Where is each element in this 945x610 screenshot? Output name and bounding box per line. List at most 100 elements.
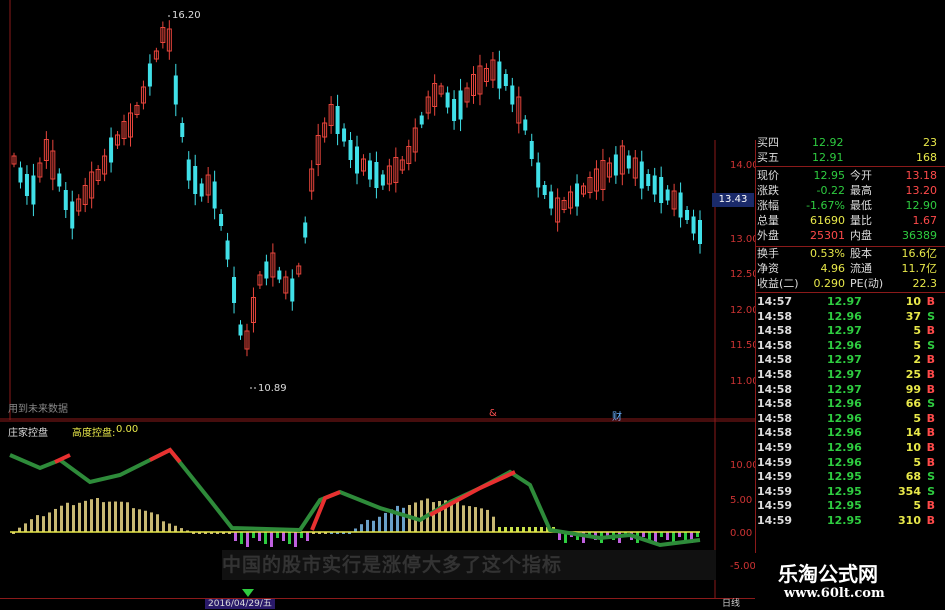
- indicator-bar: [684, 532, 687, 540]
- high-marker: 16.20: [172, 10, 201, 21]
- tick-row[interactable]: 14:59 12.96 5 B: [757, 456, 937, 470]
- tick-time: 14:57: [757, 295, 793, 308]
- candle-down: [219, 214, 224, 226]
- indicator-bar: [264, 532, 267, 544]
- tick-volume: 5: [913, 338, 921, 352]
- tick-side: B: [926, 324, 935, 338]
- tick-time: 14:58: [757, 309, 793, 323]
- tick-row[interactable]: 14:58 12.97 2 B: [757, 353, 937, 367]
- candle-down: [225, 240, 230, 260]
- candle-down: [57, 173, 62, 187]
- event-marker-amp[interactable]: &: [489, 408, 497, 419]
- tick-row[interactable]: 14:59 12.96 10 B: [757, 441, 937, 455]
- tick-row[interactable]: 14:58 12.96 66 S: [757, 397, 937, 411]
- stat-value: 36389: [902, 229, 937, 242]
- indicator-bar: [366, 519, 369, 532]
- tick-row[interactable]: 14:58 12.97 99 B: [757, 383, 937, 397]
- tick-side: B: [926, 455, 935, 469]
- candle-down: [355, 146, 359, 174]
- quote-buy5: 买五 12.91 168: [757, 151, 937, 165]
- tick-row[interactable]: 14:59 12.95 310 B: [757, 514, 937, 528]
- tick-side: S: [927, 397, 935, 411]
- tick-volume: 2: [913, 353, 921, 367]
- candle-down: [529, 141, 534, 159]
- buy5-vol: 168: [916, 151, 937, 164]
- trend-curve-up: [310, 490, 341, 531]
- tick-volume: 10: [905, 295, 921, 308]
- candle-down: [290, 278, 295, 302]
- indicator-bar: [492, 516, 495, 532]
- tick-row[interactable]: 14:58 12.97 25 B: [757, 368, 937, 382]
- indicator-bar: [258, 532, 261, 541]
- indicator-bar: [462, 505, 465, 532]
- candle-down: [691, 216, 696, 234]
- tick-row[interactable]: 14:58 12.96 5 S: [757, 339, 937, 353]
- indicator-bar: [456, 500, 459, 532]
- candle-down: [419, 115, 424, 125]
- stat-label: 净资: [757, 262, 779, 275]
- stat-label: 今开: [850, 169, 872, 182]
- stat-label: 最低: [850, 199, 872, 212]
- candle-down: [238, 324, 243, 336]
- stat-label: 股本: [850, 247, 872, 260]
- stat-label: 收益(二): [757, 277, 799, 290]
- indicator-bar: [300, 532, 303, 538]
- indicator-name: 庄家控盘: [8, 428, 48, 439]
- tick-row[interactable]: 14:59 12.95 354 S: [757, 485, 937, 499]
- tick-row[interactable]: 14:58 12.96 37 S: [757, 310, 937, 324]
- stat-label: PE(动): [850, 277, 884, 290]
- tick-row[interactable]: 14:59 12.95 68 S: [757, 470, 937, 484]
- indicator-bar: [372, 520, 375, 532]
- stat-label: 现价: [757, 169, 779, 182]
- candle-down: [549, 191, 554, 209]
- candle-down: [193, 166, 198, 194]
- stock-chart-window: 16.20 10.89 用到未来数据 & 财 13.43 14.00 12.50…: [0, 0, 945, 610]
- indicator-bar: [234, 532, 237, 541]
- indicator-bar: [30, 519, 33, 532]
- stat-value: 61690: [810, 214, 845, 227]
- indicator-param-value: 0.00: [116, 424, 139, 435]
- obscured-caption: 中国的股市实行是涨停大多了这个指标: [222, 550, 716, 580]
- candle-down: [646, 174, 651, 186]
- indicator-bar: [48, 512, 51, 532]
- tick-price: 12.97: [827, 295, 862, 308]
- tick-side: B: [926, 411, 935, 425]
- tick-volume: 5: [913, 455, 921, 469]
- trend-curve-up: [149, 447, 182, 464]
- indicator-bar: [648, 532, 651, 540]
- candle-down: [109, 137, 114, 163]
- tick-row[interactable]: 14:58 12.96 14 B: [757, 426, 937, 440]
- tick-row[interactable]: 14:58 12.97 5 B: [757, 324, 937, 338]
- indicator-bar: [126, 502, 129, 532]
- tick-side: B: [926, 353, 935, 367]
- candle-down: [147, 63, 152, 87]
- stat-value: 0.290: [813, 277, 846, 290]
- tick-row[interactable]: 14:59 12.95 5 B: [757, 499, 937, 513]
- indicator-bar: [120, 501, 123, 532]
- tick-price: 12.97: [827, 368, 862, 381]
- tick-row[interactable]: 14:58 12.96 5 B: [757, 412, 937, 426]
- candle-down: [575, 183, 580, 207]
- top-right-mask: [533, 0, 945, 140]
- indicator-bar: [138, 509, 141, 532]
- indicator-bar: [360, 524, 363, 532]
- candle-down: [199, 183, 204, 197]
- stat-label: 内盘: [850, 229, 872, 242]
- sub-y-tick: 0.00: [730, 528, 753, 539]
- indicator-bar: [108, 501, 111, 532]
- candle-down: [63, 190, 68, 210]
- tick-volume: 68: [905, 470, 921, 484]
- indicator-bar: [174, 525, 177, 532]
- tick-row[interactable]: 14:57 12.97 10 B: [757, 295, 937, 309]
- indicator-bar: [384, 512, 387, 532]
- indicator-bar: [84, 500, 87, 532]
- tick-side: B: [926, 295, 935, 308]
- period-label[interactable]: 日线: [722, 599, 740, 609]
- tick-side: B: [926, 441, 935, 454]
- current-price-tag: 13.43: [712, 193, 754, 207]
- indicator-bar: [396, 505, 399, 532]
- candle-down: [31, 175, 36, 205]
- tick-time: 14:58: [757, 426, 793, 440]
- candle-down: [18, 167, 23, 183]
- candle-down: [277, 270, 282, 280]
